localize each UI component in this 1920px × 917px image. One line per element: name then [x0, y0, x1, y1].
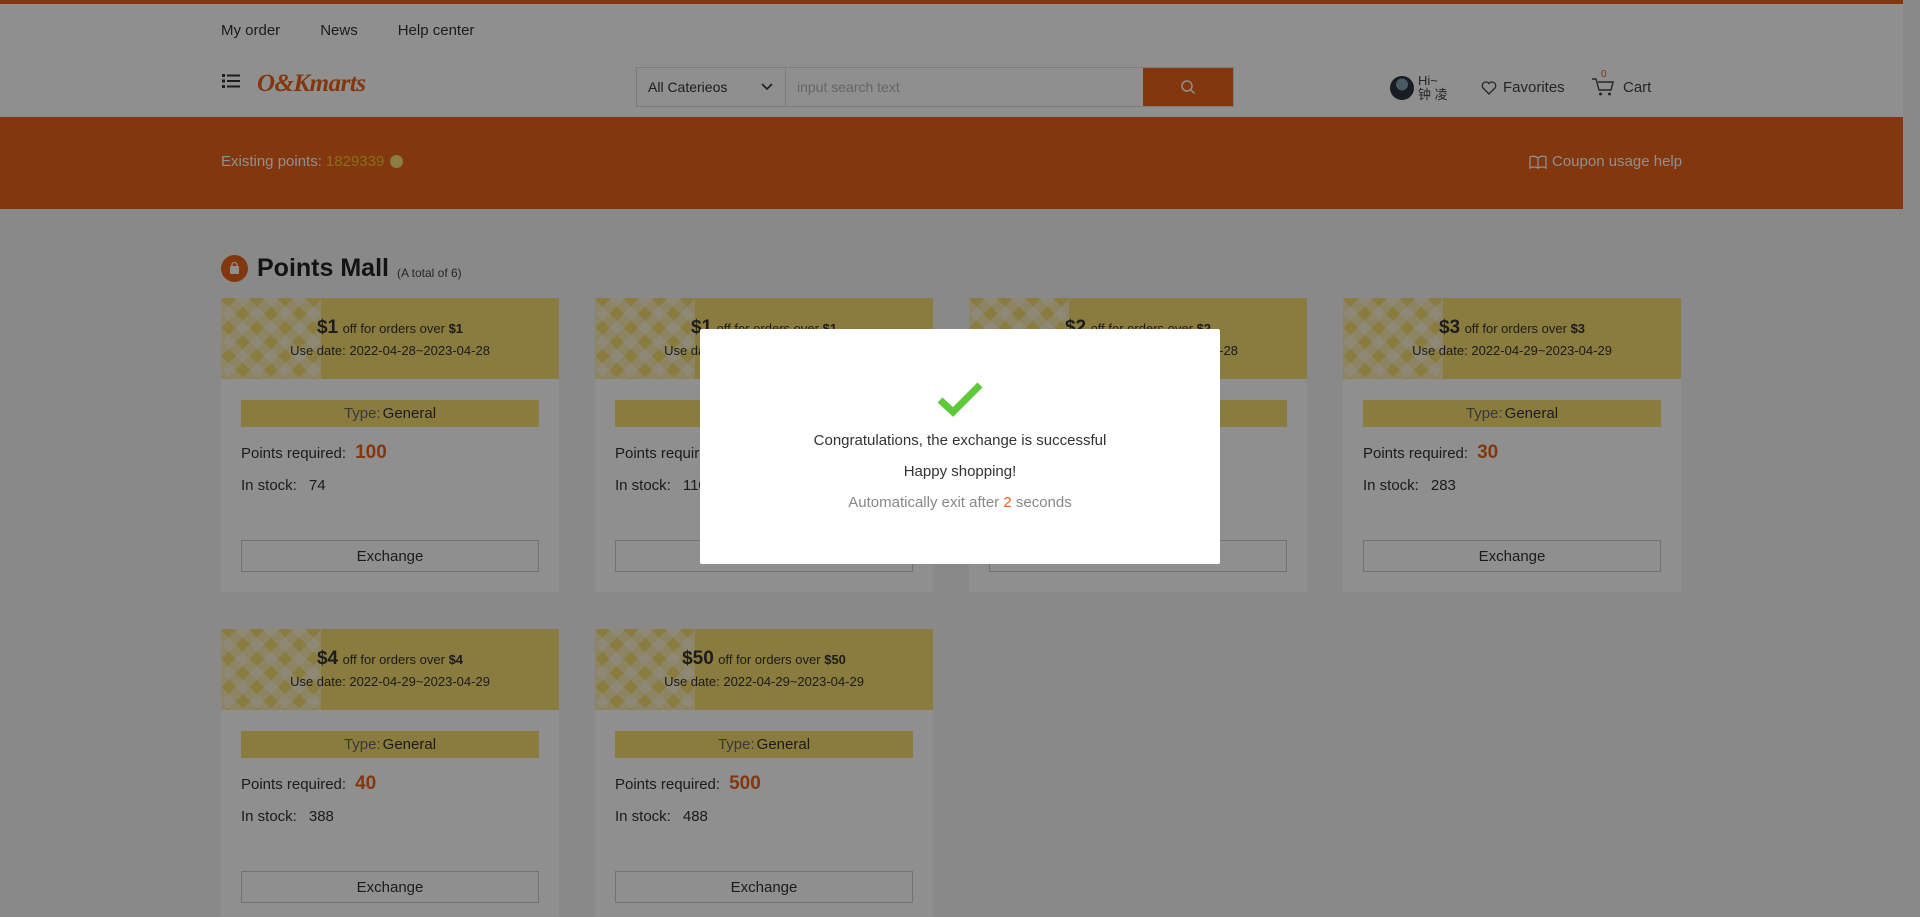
- auto-exit-prefix: Automatically exit after: [848, 494, 1000, 511]
- check-icon: [937, 382, 983, 417]
- success-dialog: Congratulations, the exchange is success…: [700, 329, 1220, 564]
- happy-shopping-message: Happy shopping!: [903, 463, 1017, 480]
- auto-exit-message: Automatically exit after 2 seconds: [700, 494, 1220, 511]
- countdown-seconds: 2: [1003, 494, 1012, 511]
- success-message: Congratulations, the exchange is success…: [813, 432, 1107, 449]
- auto-exit-suffix: seconds: [1015, 494, 1072, 511]
